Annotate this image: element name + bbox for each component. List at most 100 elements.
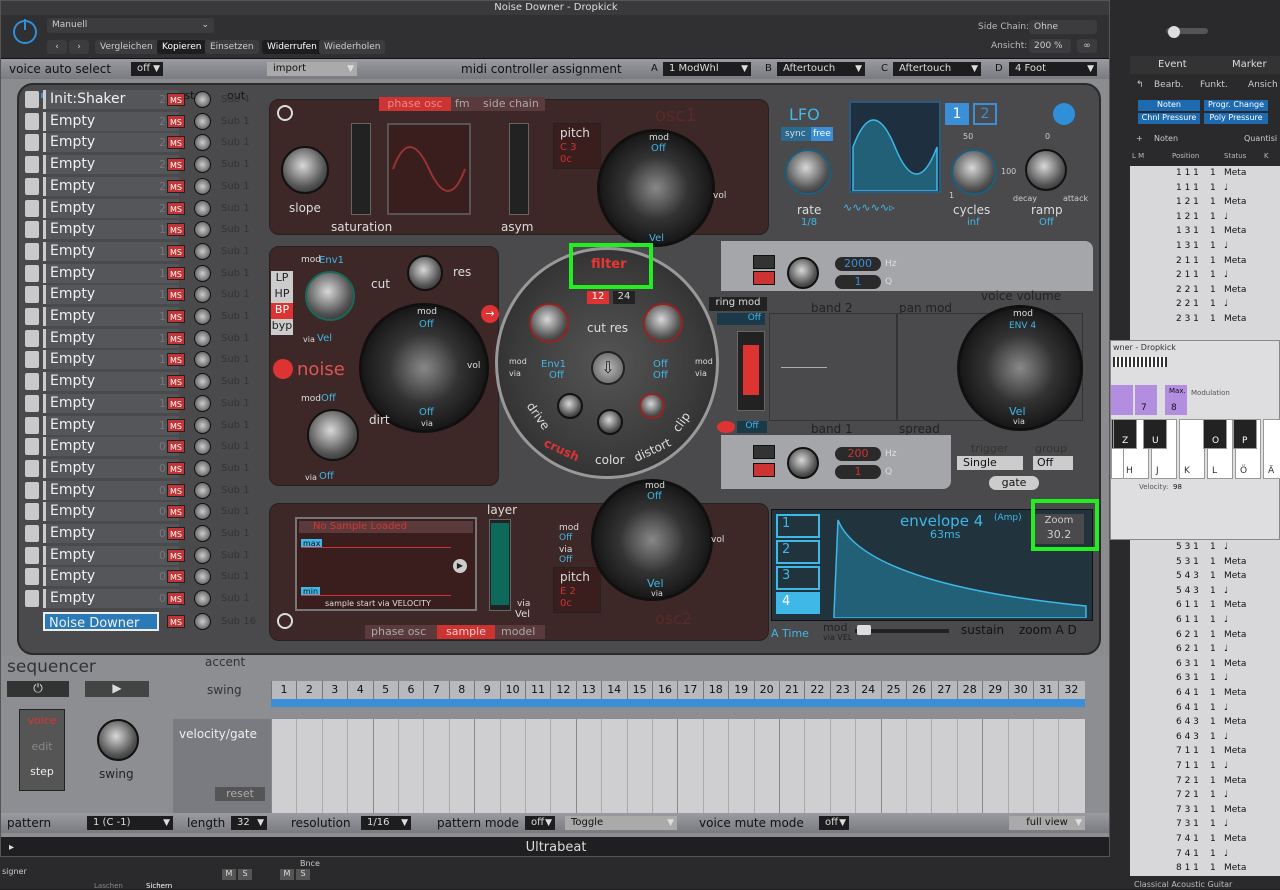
resolution-select[interactable]: 1/16 [361,816,411,830]
osc1-power-icon[interactable] [277,105,293,121]
full-view-button[interactable]: full view [1009,816,1085,830]
velocity-step-cell[interactable] [906,719,931,813]
voice-row[interactable]: Empty 09 MS Sub 1 [23,436,267,457]
voice-trigger-tab[interactable] [25,264,39,282]
step-number[interactable]: 11 [525,681,550,699]
disclosure-icon[interactable]: ▸ [9,837,14,856]
voice-name[interactable]: Empty 02 [43,589,179,609]
length-field[interactable]: 32 [231,816,267,830]
voice-pan-knob[interactable] [194,568,211,586]
tab-event[interactable]: Event [1158,56,1187,74]
voice-output[interactable]: Sub 1 [221,309,263,324]
step-number[interactable]: 3 [321,681,347,699]
step-number[interactable]: 21 [779,681,804,699]
voice-name[interactable]: Empty 03 [43,567,179,587]
saturation-slider[interactable] [351,123,371,215]
event-row[interactable]: 7 3 1 1 Meta [1130,803,1280,818]
voice-output[interactable]: Sub 1 [221,483,263,498]
gate-button[interactable]: gate [989,476,1039,490]
sample-play-icon[interactable]: ▶ [453,559,467,573]
step-number[interactable]: 20 [753,681,779,699]
voice-name[interactable]: Empty 05 [43,524,179,543]
voice-row[interactable]: Empty 16 MS Sub 1 [23,284,267,305]
event-row[interactable]: 1 2 1 1 ♩ [1130,210,1280,225]
lfo-sync-free[interactable]: sync free [781,127,833,141]
voice-pan-knob[interactable] [194,503,211,521]
voice-name[interactable]: Empty 22 [43,155,179,175]
velocity-step-cell[interactable] [677,719,702,813]
step-number[interactable]: 26 [906,681,931,699]
event-row[interactable]: 5 4 3 1 Meta [1130,569,1280,584]
band1-shape-icon[interactable] [753,445,775,459]
voice-row[interactable]: Empty 03 MS Sub 1 [23,566,267,587]
event-row[interactable]: 6 3 1 1 ♩ [1130,671,1280,686]
lfo-sync[interactable]: sync [785,127,806,141]
voice-pan-knob[interactable] [194,373,211,391]
white-key-ae[interactable]: Ä [1263,419,1280,479]
event-row[interactable]: 6 1 1 1 ♩ [1130,613,1280,628]
white-key-k[interactable]: K [1179,419,1205,479]
env-tab-2[interactable]: 2 [776,540,820,564]
event-row[interactable]: 6 2 1 1 ♩ [1130,642,1280,657]
filter-chnl-button[interactable]: Chnl Pressure [1138,113,1200,124]
tab-marker[interactable]: Marker [1232,56,1267,74]
event-row[interactable]: 2 2 1 1 ♩ [1130,297,1280,312]
band2-q-field[interactable]: 1 [835,275,881,289]
voice-row[interactable]: Empty 11 MS Sub 1 [23,393,267,414]
voice-trigger-tab[interactable] [25,329,39,347]
filter-mode-bp[interactable]: BP [271,303,293,319]
undo-button[interactable]: Widerrufen [262,40,322,54]
step-number[interactable]: 18 [702,681,728,699]
event-row[interactable]: 2 1 1 1 ♩ [1130,268,1280,283]
pattern-select[interactable]: 1 (C -1) [87,816,173,830]
seq-play-button[interactable]: ▶ [85,681,149,697]
next-preset-button[interactable]: › [69,40,89,54]
voice-pan-knob[interactable] [194,286,211,304]
band2-power-icon[interactable] [753,271,775,285]
voice-output[interactable]: Sub 1 [221,352,263,367]
voice-output[interactable]: Sub 1 [221,569,263,584]
voice-trigger-tab[interactable] [25,91,39,108]
voice-trigger-tab[interactable] [25,156,39,174]
band2-gain-knob[interactable] [787,257,819,289]
a-select[interactable]: 1 ModWhl [663,62,751,76]
band2-hz-field[interactable]: 2000 [835,257,881,271]
voice-auto-select-toggle[interactable]: off [131,62,163,76]
tab-fm[interactable]: fm [455,97,470,111]
event-row[interactable]: 7 1 1 1 Meta [1130,744,1280,759]
color-knob[interactable] [597,409,623,435]
filter-mode-byp[interactable]: byp [271,319,293,335]
voice-name[interactable]: Empty 19 [43,220,179,240]
velocity-step-cell[interactable] [956,719,982,813]
redo-button[interactable]: Wiederholen [319,40,386,54]
event-row[interactable]: 2 3 1 1 Meta [1130,312,1280,327]
event-row[interactable]: 1 2 1 1 Meta [1130,195,1280,210]
voice-name[interactable]: Empty 06 [43,502,179,522]
step-number[interactable]: 10 [499,681,525,699]
step-number[interactable]: 12 [550,681,575,699]
zoom-slider-handle[interactable] [1168,26,1180,38]
noise-filter-route-icon[interactable]: → [481,305,499,323]
dirt-knob[interactable] [307,409,359,461]
ring-mod-power-icon[interactable] [717,421,735,433]
mute-solo-button[interactable]: MS [167,331,185,345]
paste-button[interactable]: Einsetzen [205,40,259,54]
event-row[interactable]: 1 3 1 1 Meta [1130,224,1280,239]
import-button[interactable]: import [267,62,357,76]
voice-name[interactable]: Empty 23 [43,133,179,153]
voice-trigger-tab[interactable] [25,177,39,195]
asym-slider[interactable] [509,123,529,215]
voice-pan-knob[interactable] [194,546,211,564]
step-number[interactable]: 17 [677,681,702,699]
voice-name[interactable]: Empty 09 [43,437,179,457]
velocity-step-cell[interactable] [652,719,677,813]
c-select[interactable]: Aftertouch [893,62,981,76]
view-zoom-select[interactable]: 200 % [1029,39,1071,53]
velocity-step-cell[interactable] [550,719,575,813]
voice-pan-knob[interactable] [194,351,211,369]
voice-name[interactable]: Empty 21 [43,176,179,196]
mute-solo-button[interactable]: MS [167,310,185,323]
drive-knob[interactable] [557,393,583,419]
voice-name[interactable]: Empty 10 [43,415,179,435]
voice-output[interactable]: Sub 1 [221,114,263,129]
